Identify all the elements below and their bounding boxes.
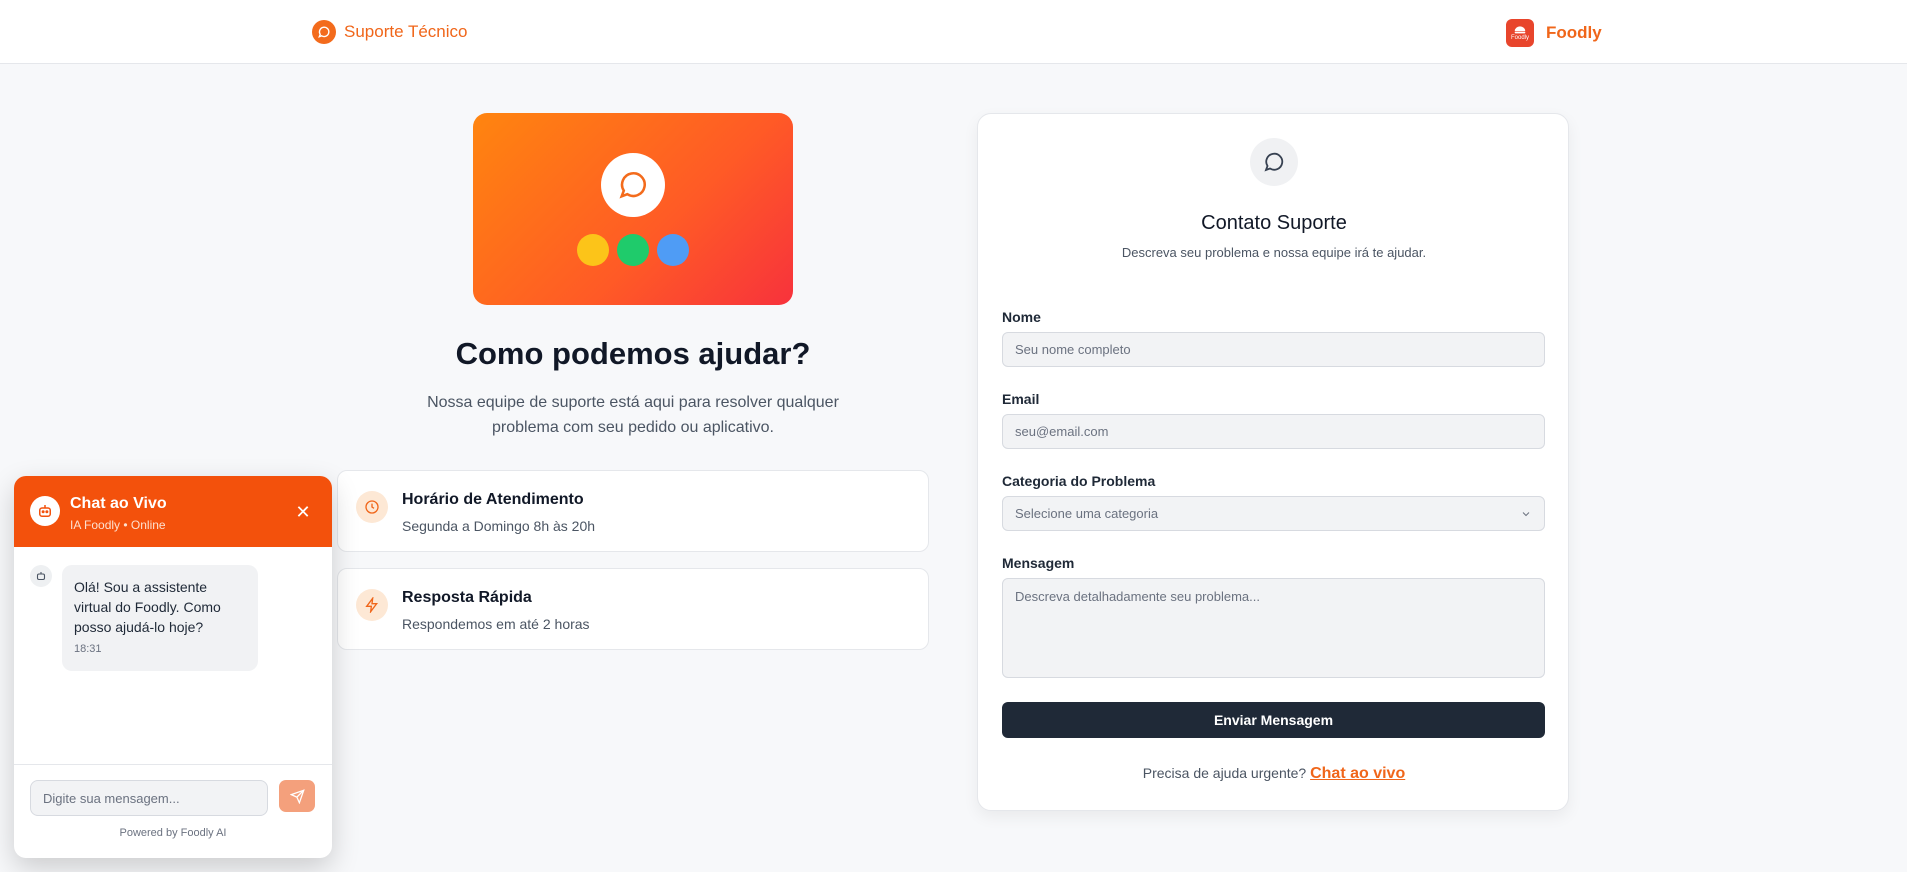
powered-by: Powered by Foodly AI — [119, 827, 227, 839]
close-icon[interactable]: ✕ — [292, 501, 314, 523]
bot-icon — [30, 565, 52, 587]
info-card-subtitle: Segunda a Domingo 8h às 20h — [402, 518, 596, 534]
name-field[interactable] — [1002, 332, 1545, 367]
form-subtitle: Descreva seu problema e nossa equipe irá… — [1121, 245, 1427, 260]
email-label: Email — [1002, 391, 1040, 407]
bot-icon — [30, 496, 60, 526]
foodly-brand[interactable]: Foodly Foodly — [1506, 19, 1602, 47]
message-label: Mensagem — [1002, 555, 1075, 571]
urgent-help: Precisa de ajuda urgente? Chat ao vivo — [978, 765, 1570, 783]
category-label: Categoria do Problema — [1002, 473, 1156, 489]
foodly-logo-icon: Foodly — [1506, 19, 1534, 47]
info-card-title: Resposta Rápida — [402, 589, 532, 606]
email-field[interactable] — [1002, 414, 1545, 449]
chat-header: Chat ao Vivo IA Foodly • Online ✕ — [14, 476, 332, 547]
chat-input[interactable] — [43, 790, 255, 806]
chat-input-field[interactable] — [30, 780, 268, 816]
chat-message: Olá! Sou a assistente virtual do Foodly.… — [62, 565, 258, 671]
chat-status: IA Foodly • Online — [70, 518, 166, 532]
page-subtitle: Nossa equipe de suporte está aqui para r… — [427, 394, 839, 436]
urgent-text: Precisa de ajuda urgente? — [1142, 765, 1307, 781]
message-textarea[interactable] — [1002, 578, 1545, 678]
clock-icon — [356, 491, 388, 523]
green-dot — [617, 234, 649, 266]
category-select-value: Selecione uma categoria — [1015, 506, 1159, 521]
chevron-down-icon — [1522, 511, 1530, 516]
chat-bubble-icon — [312, 20, 336, 44]
info-card-subtitle: Respondemos em até 2 horas — [402, 616, 590, 632]
chat-message-time: 18:31 — [74, 643, 102, 655]
yellow-dot — [577, 234, 609, 266]
name-input[interactable] — [1015, 342, 1532, 357]
info-card-hours: Horário de Atendimento Segunda a Domingo… — [337, 470, 929, 552]
support-brand-label: Suporte Técnico — [344, 22, 468, 41]
hero-illustration — [473, 113, 793, 305]
foodly-logo-text: Foodly — [1510, 35, 1529, 41]
message-icon — [1250, 138, 1298, 186]
support-brand[interactable]: Suporte Técnico — [312, 20, 467, 44]
send-button[interactable] — [279, 780, 315, 812]
chat-widget: Chat ao Vivo IA Foodly • Online ✕ Olá! S… — [14, 476, 332, 858]
chat-bubble-icon — [601, 153, 665, 217]
name-label: Nome — [1002, 309, 1041, 325]
foodly-brand-label: Foodly — [1546, 23, 1602, 42]
chat-footer: Powered by Foodly AI — [14, 764, 332, 858]
form-title: Contato Suporte — [1201, 212, 1347, 234]
blue-dot — [657, 234, 689, 266]
live-chat-link[interactable]: Chat ao vivo — [1310, 765, 1405, 782]
email-input[interactable] — [1015, 424, 1532, 439]
chat-message-text: Olá! Sou a assistente virtual do Foodly.… — [74, 579, 221, 635]
send-icon — [289, 788, 305, 804]
top-bar: Suporte Técnico Foodly Foodly — [0, 0, 1907, 64]
lightning-icon — [356, 589, 388, 621]
info-card-title: Horário de Atendimento — [402, 491, 584, 508]
page-title: Como podemos ajudar? — [455, 336, 811, 371]
contact-form: Contato Suporte Descreva seu problema e … — [977, 113, 1569, 811]
chat-title: Chat ao Vivo — [70, 495, 167, 512]
info-card-response: Resposta Rápida Respondemos em até 2 hor… — [337, 568, 929, 650]
category-select[interactable]: Selecione uma categoria — [1002, 496, 1545, 531]
submit-button[interactable]: Enviar Mensagem — [1002, 702, 1545, 738]
